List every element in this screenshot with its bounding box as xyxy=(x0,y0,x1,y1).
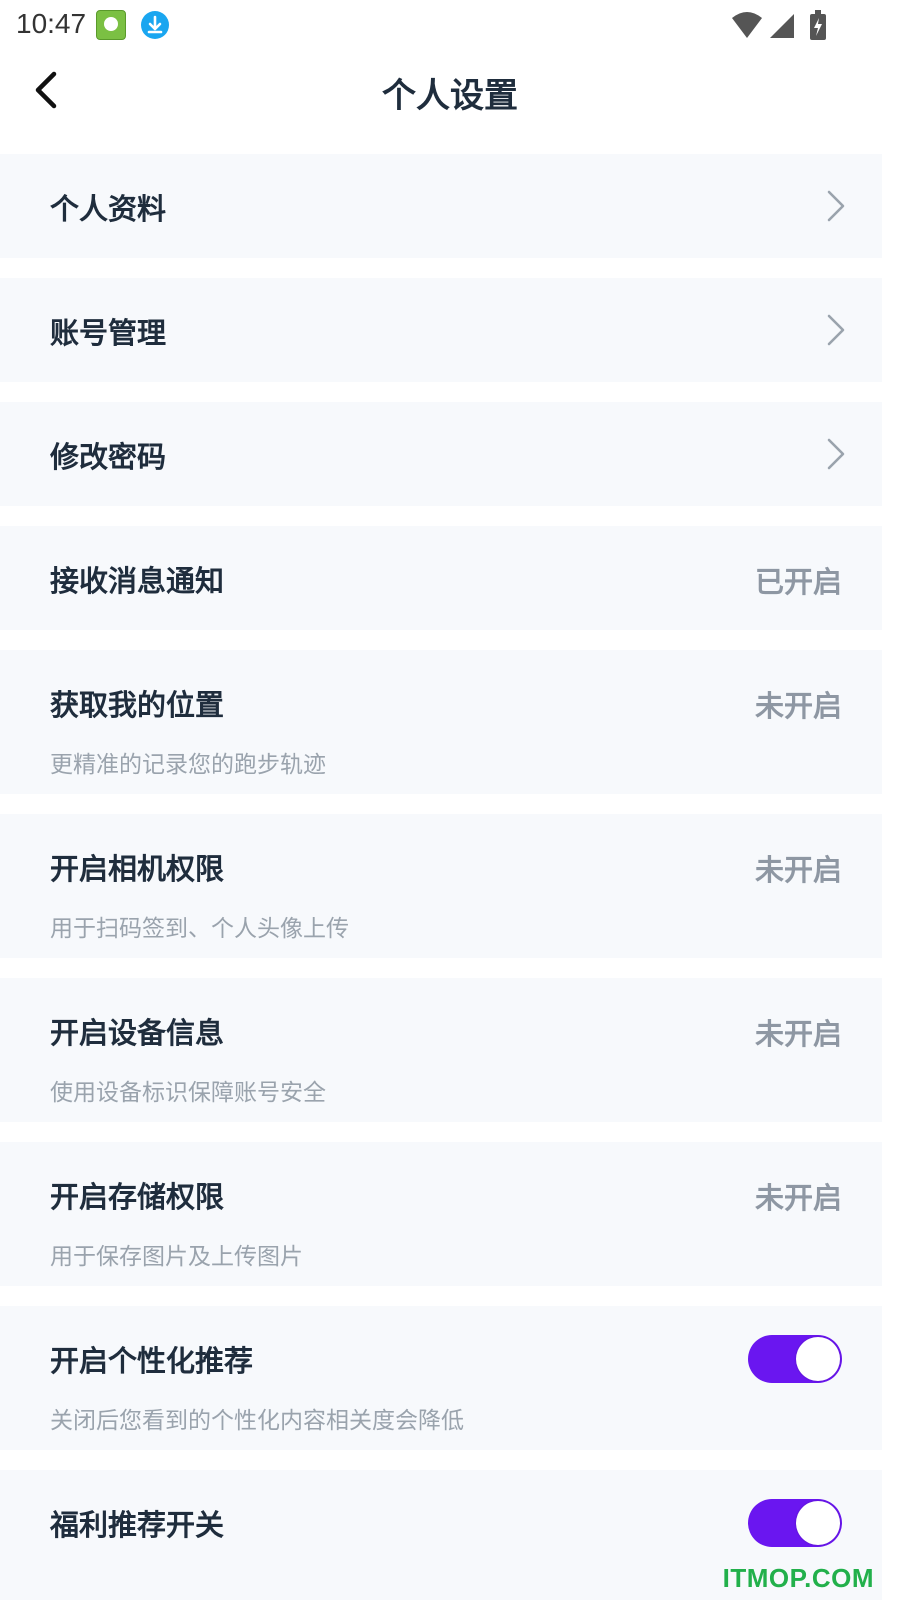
row-title: 获取我的位置 xyxy=(50,688,225,722)
row-title: 修改密码 xyxy=(50,440,167,474)
row-title: 账号管理 xyxy=(50,316,167,350)
toggle-knob xyxy=(796,1337,840,1381)
chevron-right-icon xyxy=(827,190,845,222)
settings-page: 10:47 个人设置 个人资料 账号管理 修改密码 接收消息通知 已开启 获取我… xyxy=(0,0,900,1600)
row-message-notification[interactable]: 接收消息通知 已开启 xyxy=(0,526,882,630)
status-label: 未开启 xyxy=(754,1017,842,1051)
row-account-management[interactable]: 账号管理 xyxy=(0,278,882,382)
row-title: 开启相机权限 xyxy=(50,852,225,886)
wifi-icon xyxy=(732,12,762,38)
row-device-info-permission[interactable]: 开启设备信息 未开启 使用设备标识保障账号安全 xyxy=(0,978,882,1122)
row-change-password[interactable]: 修改密码 xyxy=(0,402,882,506)
row-camera-permission[interactable]: 开启相机权限 未开启 用于扫码签到、个人头像上传 xyxy=(0,814,882,958)
row-location-permission[interactable]: 获取我的位置 未开启 更精准的记录您的跑步轨迹 xyxy=(0,650,882,794)
page-title: 个人设置 xyxy=(382,76,518,116)
row-personalized-recommendation: 开启个性化推荐 关闭后您看到的个性化内容相关度会降低 xyxy=(0,1306,882,1450)
status-time: 10:47 xyxy=(16,8,87,39)
personalized-recommendation-toggle[interactable] xyxy=(748,1335,842,1383)
welfare-recommendation-toggle[interactable] xyxy=(748,1499,842,1547)
watermark: ITMOP.COM xyxy=(722,1563,874,1593)
status-icons xyxy=(732,10,826,40)
settings-list: 个人资料 账号管理 修改密码 接收消息通知 已开启 获取我的位置 未开启 更精准… xyxy=(0,154,882,1600)
app-notification-icon xyxy=(96,10,126,40)
status-label: 未开启 xyxy=(754,1181,842,1215)
status-label: 未开启 xyxy=(754,689,842,723)
signal-icon xyxy=(770,14,794,38)
row-description: 使用设备标识保障账号安全 xyxy=(50,1080,326,1106)
download-icon xyxy=(141,11,169,39)
chevron-right-icon xyxy=(827,314,845,346)
row-title: 个人资料 xyxy=(50,192,167,226)
row-profile[interactable]: 个人资料 xyxy=(0,154,882,258)
row-description: 用于扫码签到、个人头像上传 xyxy=(50,916,349,942)
row-title: 接收消息通知 xyxy=(50,564,225,598)
battery-charging-icon xyxy=(810,10,826,40)
row-title: 开启个性化推荐 xyxy=(50,1344,254,1378)
header: 个人设置 xyxy=(0,50,900,136)
status-label: 未开启 xyxy=(754,853,842,887)
row-title: 开启设备信息 xyxy=(50,1016,225,1050)
row-title: 开启存储权限 xyxy=(50,1180,225,1214)
row-description: 用于保存图片及上传图片 xyxy=(50,1244,303,1270)
row-description: 更精准的记录您的跑步轨迹 xyxy=(50,752,326,778)
status-label: 已开启 xyxy=(754,565,842,599)
row-description: 关闭后您看到的个性化内容相关度会降低 xyxy=(50,1408,464,1434)
status-bar: 10:47 xyxy=(0,0,900,50)
chevron-right-icon xyxy=(827,438,845,470)
row-storage-permission[interactable]: 开启存储权限 未开启 用于保存图片及上传图片 xyxy=(0,1142,882,1286)
row-title: 福利推荐开关 xyxy=(50,1508,225,1542)
toggle-knob xyxy=(796,1501,840,1545)
